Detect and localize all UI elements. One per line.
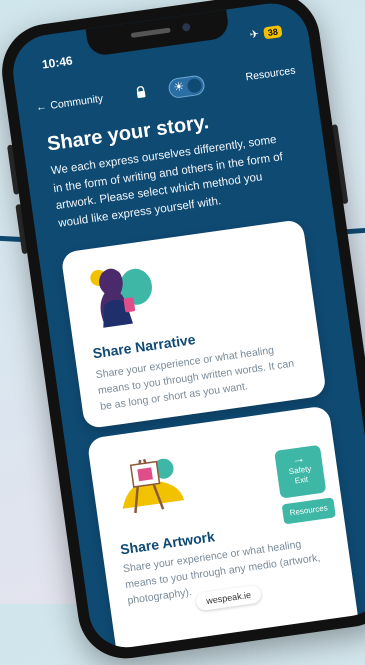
safety-exit-button[interactable]: → Safety Exit — [274, 444, 327, 499]
safety-exit-label-line2: Exit — [294, 474, 309, 486]
easel-illustration — [122, 458, 185, 514]
back-to-community-link[interactable]: ← Community — [35, 93, 104, 114]
phone-screen: 10:46 ✈ 38 ← Community ☀ Resources Share… — [8, 0, 365, 653]
exit-arrow-icon: → — [290, 449, 306, 467]
airplane-icon: ✈ — [248, 28, 260, 42]
resources-link[interactable]: Resources — [245, 65, 296, 84]
front-camera — [181, 22, 191, 32]
phone-frame: 10:46 ✈ 38 ← Community ☀ Resources Share… — [0, 0, 365, 665]
share-narrative-card[interactable]: Share Narrative Share your experience or… — [60, 218, 327, 430]
back-arrow-icon: ← — [35, 100, 48, 114]
safety-exit-label-line1: Safety — [288, 464, 312, 477]
status-time: 10:46 — [41, 53, 74, 72]
lock-icon[interactable] — [134, 85, 148, 99]
battery-icon: 38 — [262, 24, 283, 39]
sun-icon: ☀ — [172, 79, 186, 95]
phone-device: 10:46 ✈ 38 ← Community ☀ Resources Share… — [0, 0, 365, 665]
status-icons: ✈ 38 — [249, 24, 283, 41]
back-label: Community — [49, 92, 104, 112]
toggle-knob — [186, 77, 203, 94]
speaker — [130, 27, 171, 38]
writer-illustration — [90, 268, 152, 328]
share-artwork-card[interactable]: Share Artwork Share your experience or w… — [86, 405, 362, 653]
theme-toggle[interactable]: ☀ — [167, 74, 206, 100]
